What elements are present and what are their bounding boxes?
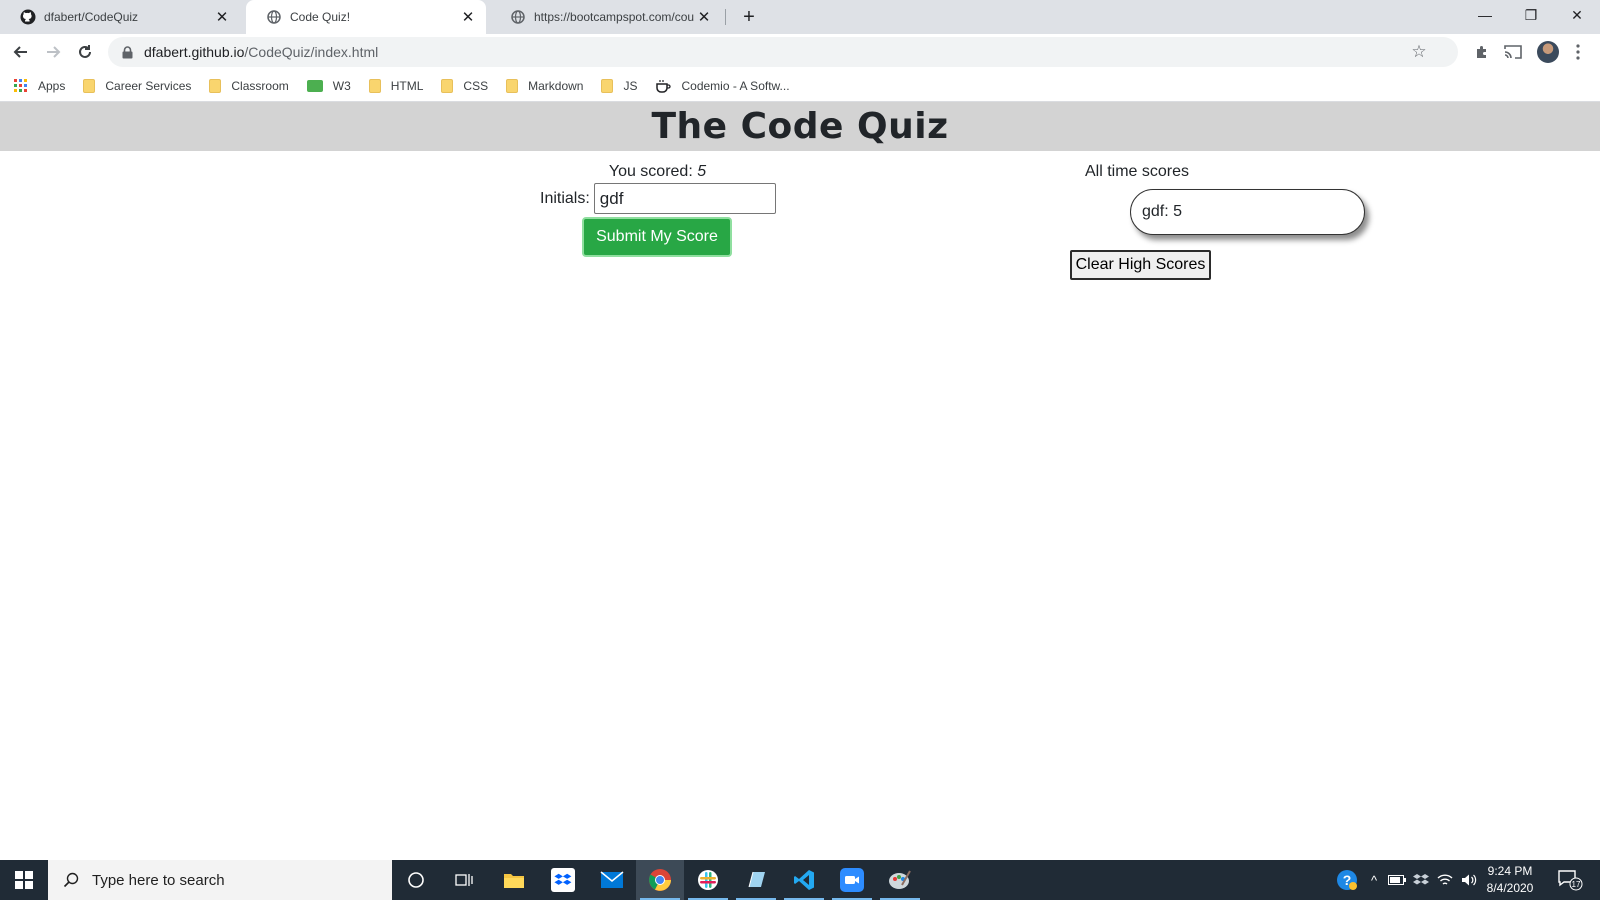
bookmark-star-icon[interactable]: ☆ [1410, 42, 1428, 61]
task-view-icon[interactable] [440, 860, 488, 900]
cortana-icon[interactable] [392, 860, 440, 900]
restore-icon[interactable]: ❐ [1508, 0, 1554, 30]
close-tab-icon[interactable]: ✕ [458, 7, 478, 27]
browser-tabstrip: dfabert/CodeQuiz ✕ Code Quiz! ✕ https://… [0, 0, 1600, 34]
globe-icon [266, 9, 282, 25]
bookmark-css[interactable]: CSS [441, 78, 489, 93]
windows-taskbar: Type here to search ? ^ 9:24 PM 8/4/2020… [0, 860, 1600, 900]
chevron-up-icon[interactable]: ^ [1364, 860, 1384, 900]
clock-date: 8/4/2020 [1486, 881, 1534, 895]
close-tab-icon[interactable]: ✕ [694, 7, 714, 27]
folder-icon [368, 78, 381, 93]
back-arrow-icon[interactable] [9, 40, 33, 64]
tab-code-quiz[interactable]: Code Quiz! ✕ [246, 0, 486, 34]
tab-title: Code Quiz! [290, 10, 351, 24]
chrome-icon[interactable] [636, 860, 684, 900]
clock-time: 9:24 PM [1487, 864, 1533, 878]
dropbox-icon[interactable] [539, 860, 587, 900]
bookmark-label: JS [623, 78, 638, 93]
all-time-scores-heading: All time scores [1085, 163, 1190, 180]
apps-grid-icon [14, 78, 28, 93]
bookmark-js[interactable]: JS [601, 78, 638, 93]
page-title: The Code Quiz [651, 106, 949, 147]
url-path: /CodeQuiz/index.html [244, 44, 379, 60]
vscode-icon[interactable] [780, 860, 828, 900]
paint-icon[interactable] [876, 860, 924, 900]
battery-icon[interactable] [1386, 860, 1408, 900]
close-tab-icon[interactable]: ✕ [212, 7, 232, 27]
taskbar-search-box[interactable]: Type here to search [48, 860, 392, 900]
globe-icon [510, 9, 526, 25]
help-icon[interactable]: ? [1333, 860, 1361, 900]
new-tab-button[interactable]: + [737, 5, 761, 29]
w3schools-icon [306, 79, 323, 92]
cast-icon[interactable] [1503, 42, 1523, 62]
reload-icon[interactable] [73, 40, 97, 64]
wifi-icon[interactable] [1434, 860, 1456, 900]
tab-codequiz-github[interactable]: dfabert/CodeQuiz ✕ [0, 0, 240, 34]
score-label: You scored: [608, 163, 698, 180]
bookmark-label: Codemio - A Softw... [681, 78, 790, 93]
zoom-icon[interactable] [828, 860, 876, 900]
bookmark-label: Markdown [528, 78, 584, 93]
search-icon [62, 871, 80, 889]
taskbar-clock[interactable]: 9:24 PM 8/4/2020 [1480, 863, 1540, 897]
more-menu-icon[interactable] [1568, 42, 1588, 62]
bookmarks-bar: Apps Career Services Classroom W3 HTML C… [0, 70, 1600, 102]
bookmark-label: W3 [332, 78, 351, 93]
minimize-icon[interactable]: — [1462, 0, 1508, 30]
file-explorer-icon[interactable] [490, 860, 538, 900]
bookmark-html[interactable]: HTML [368, 78, 424, 93]
bookmark-label: Classroom [231, 78, 289, 93]
quiz-header: The Code Quiz [0, 102, 1600, 151]
address-bar[interactable]: dfabert.github.io/CodeQuiz/index.html ☆ [108, 37, 1458, 67]
search-placeholder: Type here to search [92, 871, 225, 889]
coffee-cup-icon [655, 79, 672, 93]
folder-icon [441, 78, 454, 93]
bookmark-w3[interactable]: W3 [306, 78, 351, 93]
profile-avatar[interactable] [1537, 41, 1559, 63]
tab-separator [725, 9, 726, 25]
submit-score-button[interactable]: Submit My Score [582, 217, 732, 257]
tab-bootcampspot[interactable]: https://bootcampspot.com/cours ✕ [490, 0, 722, 34]
forward-arrow-icon[interactable] [41, 40, 65, 64]
folder-icon [209, 78, 222, 93]
windows-start-icon[interactable] [0, 860, 48, 900]
clear-high-scores-button[interactable]: Clear High Scores [1070, 250, 1211, 280]
bookmark-classroom[interactable]: Classroom [209, 78, 289, 93]
tab-title: dfabert/CodeQuiz [44, 10, 139, 24]
tab-title: https://bootcampspot.com/cours [534, 10, 694, 24]
notification-count: 17 [1572, 880, 1581, 889]
bookmark-label: Career Services [105, 78, 192, 93]
url-text: dfabert.github.io/CodeQuiz/index.html [144, 44, 378, 60]
notification-center-icon[interactable]: 17 [1556, 868, 1584, 892]
bookmark-label: CSS [463, 78, 489, 93]
bookmark-label: HTML [390, 78, 424, 93]
browser-toolbar: dfabert.github.io/CodeQuiz/index.html ☆ [0, 34, 1600, 70]
bookmark-label: Apps [38, 78, 66, 93]
mail-icon[interactable] [588, 860, 636, 900]
url-host: dfabert.github.io [144, 44, 245, 60]
slack-icon[interactable] [684, 860, 732, 900]
initials-label: Initials: [540, 189, 590, 207]
bookmark-codemio[interactable]: Codemio - A Softw... [655, 78, 790, 93]
lock-icon[interactable] [120, 45, 134, 59]
score-value: 5 [697, 163, 707, 180]
extensions-puzzle-icon[interactable] [1472, 42, 1492, 62]
page-content: The Code Quiz You scored: 5 Initials: Su… [0, 102, 1600, 860]
dropbox-tray-icon[interactable] [1410, 860, 1432, 900]
folder-icon [506, 78, 519, 93]
github-icon [20, 9, 36, 25]
volume-icon[interactable] [1458, 860, 1480, 900]
notepad-icon[interactable] [732, 860, 780, 900]
close-window-icon[interactable]: ✕ [1554, 0, 1600, 30]
folder-icon [601, 78, 614, 93]
initials-row: Initials: [540, 183, 776, 214]
initials-input[interactable] [593, 183, 776, 214]
folder-icon [83, 78, 96, 93]
bookmark-markdown[interactable]: Markdown [506, 78, 584, 93]
bookmark-apps[interactable]: Apps [14, 78, 66, 93]
high-score-item: gdf: 5 [1130, 189, 1365, 235]
bookmark-career-services[interactable]: Career Services [83, 78, 192, 93]
